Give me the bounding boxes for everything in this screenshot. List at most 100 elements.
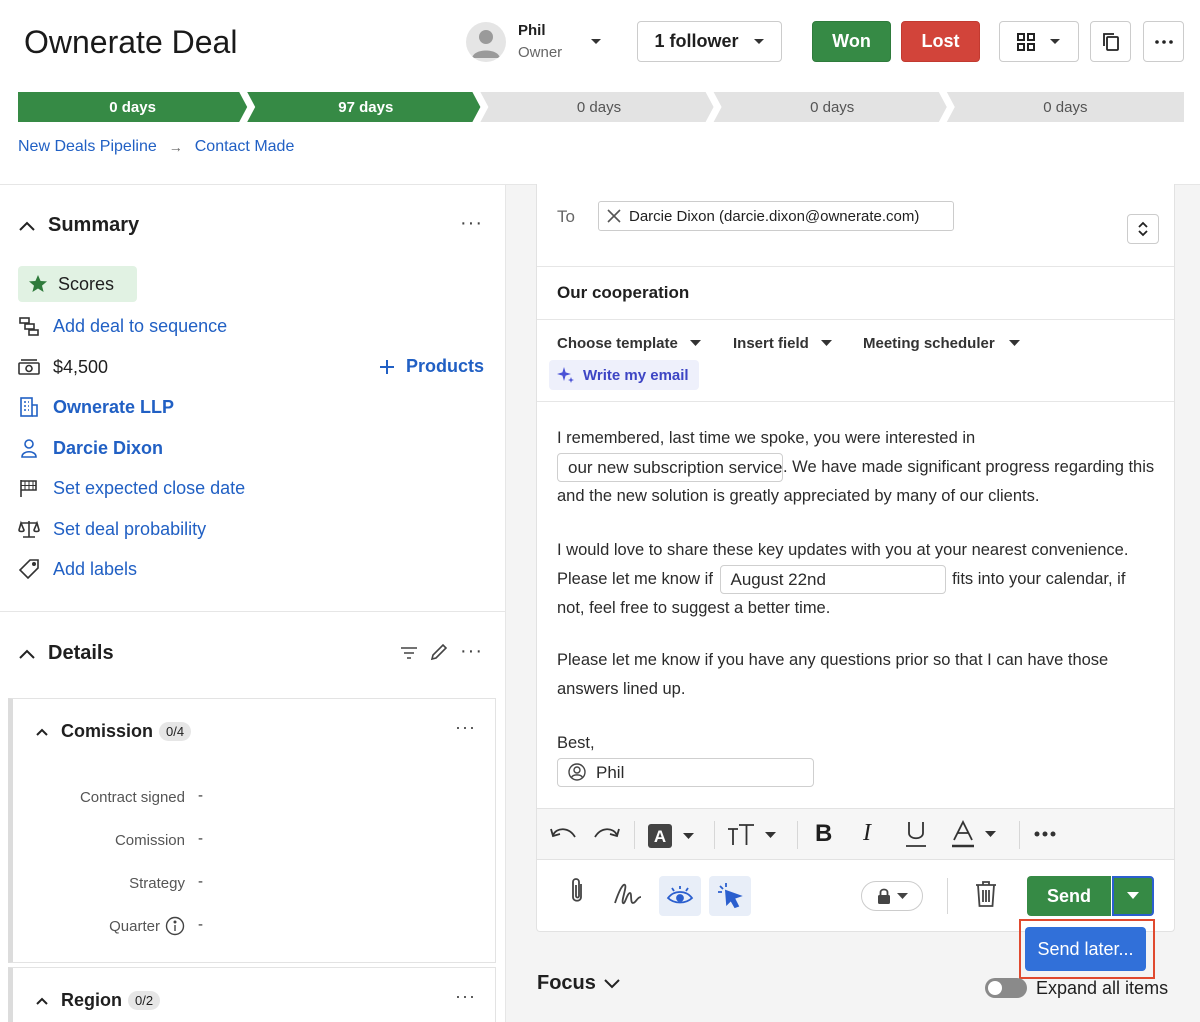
write-my-email-button[interactable]: Write my email [549, 360, 699, 390]
pipeline-stages: 0 days 97 days 0 days 0 days 0 days [18, 92, 1184, 122]
user-circle-icon [568, 763, 586, 781]
trash-icon[interactable] [975, 880, 997, 908]
recipient-chip[interactable]: Darcie Dixon (darcie.dixon@ownerate.com) [598, 201, 954, 231]
commission-more-icon[interactable]: ··· [455, 717, 476, 738]
won-button[interactable]: Won [812, 21, 891, 62]
meeting-scheduler-dropdown[interactable]: Meeting scheduler [863, 335, 1020, 352]
scores-chip[interactable]: Scores [18, 266, 137, 302]
owner-name: Phil [518, 22, 546, 39]
flag-icon [18, 477, 40, 499]
field-value-contract[interactable]: - [198, 787, 203, 804]
region-header[interactable]: Region 0/2 [35, 990, 161, 1011]
redo-icon[interactable] [593, 823, 621, 845]
pipeline-stage-label: 0 days [109, 99, 156, 116]
tracking-click-icon[interactable] [709, 876, 751, 916]
send-options-button[interactable] [1112, 876, 1154, 916]
lost-button[interactable]: Lost [901, 21, 980, 62]
underline-icon[interactable] [905, 820, 927, 848]
star-icon [28, 274, 48, 294]
close-icon[interactable] [607, 209, 621, 223]
italic-icon[interactable]: I [863, 820, 871, 847]
field-value-commission[interactable]: - [198, 830, 203, 847]
breadcrumb-pipeline[interactable]: New Deals Pipeline [18, 138, 157, 156]
details-header[interactable]: Details [18, 642, 114, 665]
choose-template-dropdown[interactable]: Choose template [557, 335, 701, 352]
field-value-strategy[interactable]: - [198, 873, 203, 890]
send-later-button[interactable]: Send later... [1025, 927, 1146, 971]
summary-header[interactable]: Summary [18, 214, 139, 237]
more-formatting-icon[interactable] [1034, 831, 1056, 837]
tracking-eye-icon[interactable] [659, 876, 701, 916]
recipient-label: Darcie Dixon (darcie.dixon@ownerate.com) [629, 207, 920, 225]
subject-field[interactable]: Our cooperation [557, 283, 689, 303]
undo-icon[interactable] [549, 823, 577, 845]
scale-icon [18, 518, 40, 540]
labels-row[interactable]: Add labels [18, 558, 137, 580]
deal-title: Ownerate Deal [24, 24, 238, 60]
font-size-icon [727, 823, 755, 847]
body-text: Please let me know if you have any quest… [557, 651, 1109, 698]
field-value-quarter[interactable]: - [198, 916, 203, 933]
signature-icon[interactable] [613, 881, 643, 905]
field-placeholder-service[interactable]: our new subscription service [557, 452, 783, 482]
organization-row[interactable]: Ownerate LLP [18, 396, 174, 418]
separator [797, 821, 798, 849]
summary-more-icon[interactable]: ··· [460, 212, 483, 235]
more-options-button[interactable] [1143, 21, 1184, 62]
expand-recipients-button[interactable] [1127, 214, 1159, 244]
privacy-dropdown[interactable] [861, 881, 923, 911]
signature-name: Phil [596, 762, 625, 782]
tag-icon [18, 558, 40, 580]
filter-icon[interactable] [400, 645, 418, 661]
view-switcher-button[interactable] [999, 21, 1079, 62]
send-button[interactable]: Send [1027, 876, 1111, 916]
info-icon[interactable] [165, 916, 185, 936]
attachment-icon[interactable] [567, 876, 587, 906]
body-closing: Best, [557, 734, 595, 753]
grid-icon [1017, 32, 1035, 51]
commission-header[interactable]: Comission 0/4 [35, 721, 192, 742]
lock-icon [877, 888, 891, 904]
arrow-right-icon: → [168, 139, 183, 155]
region-badge: 0/2 [128, 991, 161, 1010]
person-row[interactable]: Darcie Dixon [18, 437, 163, 459]
region-more-icon[interactable]: ··· [455, 986, 476, 1007]
chevron-up-icon [18, 648, 36, 660]
owner-selector[interactable]: Phil Owner [466, 20, 562, 64]
insert-field-dropdown[interactable]: Insert field [733, 335, 832, 352]
follower-button[interactable]: 1 follower [637, 21, 782, 62]
pipeline-stage-label: 0 days [1043, 99, 1087, 116]
body-paragraph: I would love to share these key updates … [557, 536, 1157, 622]
chevron-down-icon [765, 831, 776, 839]
bold-icon[interactable]: B [815, 820, 832, 848]
svg-text:A: A [654, 827, 666, 846]
chevron-down-icon [604, 978, 620, 989]
toggle-knob [988, 981, 1002, 995]
close-date-row[interactable]: Set expected close date [18, 477, 245, 499]
breadcrumb-stage[interactable]: Contact Made [195, 138, 295, 156]
field-placeholder-date[interactable]: August 22nd [719, 564, 946, 594]
duplicate-button[interactable] [1090, 21, 1131, 62]
edit-icon[interactable] [430, 643, 448, 661]
expand-all-toggle[interactable] [985, 978, 1027, 998]
expand-all-label: Expand all items [1036, 978, 1169, 998]
text-style-dropdown[interactable]: A [647, 823, 694, 849]
chevron-down-icon [1049, 38, 1061, 46]
owner-caret-icon[interactable] [590, 38, 602, 46]
chevron-down-icon [985, 830, 996, 838]
text-color-dropdown[interactable] [951, 820, 996, 848]
probability-row[interactable]: Set deal probability [18, 518, 206, 540]
products-button[interactable]: Products [380, 356, 484, 377]
focus-header[interactable]: Focus [537, 972, 620, 995]
separator [1019, 821, 1020, 849]
email-body[interactable]: I remembered, last time we spoke, you we… [557, 424, 1157, 787]
separator [714, 821, 715, 849]
details-more-icon[interactable]: ··· [460, 640, 483, 663]
chevron-down-icon [820, 340, 832, 347]
copy-icon [1102, 32, 1120, 52]
font-size-dropdown[interactable] [727, 823, 776, 847]
add-sequence-row[interactable]: Add deal to sequence [18, 315, 227, 337]
signature-field[interactable]: Phil [557, 757, 814, 787]
labels-link: Add labels [53, 558, 138, 579]
sparkle-icon [557, 366, 575, 384]
